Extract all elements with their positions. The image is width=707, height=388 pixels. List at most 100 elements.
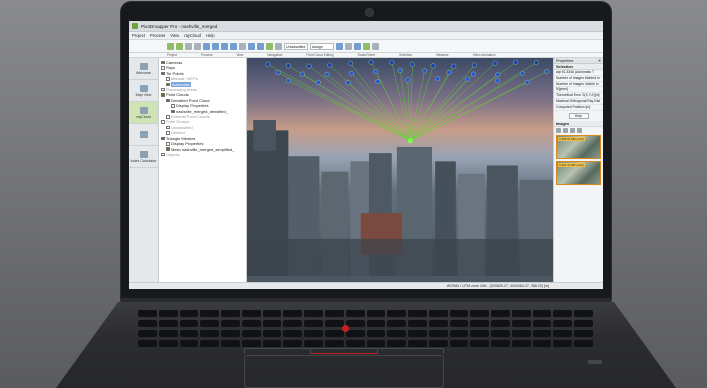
camera-icon[interactable] (299, 71, 305, 77)
camera-icon[interactable] (519, 70, 525, 76)
nav-raycloud[interactable]: rayCloud (129, 102, 158, 124)
fit-icon[interactable] (570, 127, 575, 133)
image-thumbnail[interactable]: 0.388 (0.434 px/m) (556, 134, 601, 159)
nav-index-calculator[interactable]: Index Calculator (129, 146, 158, 168)
camera-icon[interactable] (533, 60, 539, 66)
camera-icon[interactable] (347, 60, 353, 66)
edit-densified-icon[interactable] (275, 42, 282, 50)
camera-icon[interactable] (492, 60, 498, 66)
camera-icon[interactable] (494, 78, 500, 84)
zoom-out-icon[interactable] (563, 127, 568, 133)
trackball-icon[interactable] (257, 42, 264, 50)
checkbox[interactable] (161, 93, 165, 97)
video-icon[interactable] (372, 42, 379, 50)
keyboard-key (138, 320, 157, 327)
checkbox[interactable] (161, 120, 165, 124)
camera-icon[interactable] (315, 79, 321, 85)
menu-help[interactable]: Help (206, 33, 215, 38)
class-select[interactable]: Unclassified (284, 42, 308, 50)
camera-icon[interactable] (405, 77, 411, 83)
camera-icon[interactable] (471, 71, 476, 77)
camera-icon[interactable] (275, 69, 281, 75)
scale-icon[interactable] (336, 42, 343, 50)
camera-icon[interactable] (285, 78, 291, 84)
camera-icon[interactable] (495, 71, 501, 77)
save-icon[interactable] (185, 42, 192, 50)
nav-volumes[interactable] (129, 124, 158, 146)
nav-welcome[interactable]: Welcome (129, 58, 158, 80)
keyboard-key (574, 330, 593, 337)
nav-map-view[interactable]: Map View (129, 80, 158, 102)
menu-project[interactable]: Project (132, 33, 145, 38)
help-button[interactable]: Help (568, 112, 589, 119)
checkbox[interactable] (166, 147, 170, 151)
camera-icon[interactable] (345, 80, 351, 86)
open-project-icon[interactable] (176, 42, 183, 50)
camera-icon[interactable] (324, 72, 330, 77)
camera-icon[interactable] (368, 59, 374, 65)
camera-icon[interactable] (513, 59, 519, 65)
assign-button[interactable]: Assign (310, 42, 334, 50)
menu-view[interactable]: View (170, 33, 179, 38)
camera-icon[interactable] (327, 62, 333, 68)
checkbox[interactable] (161, 87, 165, 92)
checkbox[interactable] (171, 104, 175, 108)
checkbox[interactable] (166, 125, 170, 130)
camera-icon[interactable] (422, 68, 428, 74)
tie-point-icon[interactable] (407, 138, 413, 144)
ray-line (410, 73, 523, 141)
image-thumbnail[interactable]: 0.407 (0.437 px/m) (556, 160, 601, 185)
view-icon[interactable] (239, 42, 246, 50)
camera-icon[interactable] (348, 70, 354, 76)
zoom-in-icon[interactable] (212, 42, 219, 50)
zoom-out-icon[interactable] (221, 42, 228, 50)
checkbox[interactable] (171, 109, 175, 114)
camera-icon[interactable] (446, 70, 452, 75)
camera-icon[interactable] (265, 61, 271, 67)
checkbox[interactable] (161, 66, 165, 70)
menu-raycloud[interactable]: rayCloud (184, 33, 201, 38)
image-tools (554, 127, 603, 134)
camera-icon[interactable] (451, 63, 457, 69)
fly-icon[interactable] (266, 42, 273, 50)
checkbox[interactable] (166, 142, 170, 146)
checkbox[interactable] (161, 60, 165, 65)
camera-icon[interactable] (409, 61, 415, 67)
camera-icon[interactable] (389, 60, 395, 66)
close-icon[interactable] (194, 42, 201, 50)
camera-icon[interactable] (306, 63, 312, 69)
navigation-icon[interactable] (248, 42, 255, 50)
checkbox[interactable] (166, 77, 170, 81)
camera-icon[interactable] (435, 76, 441, 82)
checkbox[interactable] (166, 131, 170, 135)
orient-icon[interactable] (345, 42, 352, 50)
checkbox[interactable] (161, 71, 165, 76)
checkbox[interactable] (161, 152, 165, 157)
camera-icon[interactable] (373, 69, 379, 75)
camera-icon[interactable] (471, 62, 477, 68)
measure-icon[interactable] (363, 42, 370, 50)
checkbox[interactable] (166, 98, 170, 103)
camera-icon[interactable] (465, 76, 471, 82)
zoom-in-icon[interactable] (556, 127, 561, 133)
camera-icon[interactable] (397, 67, 403, 73)
zoom-extent-icon[interactable] (230, 42, 237, 50)
selection-icon[interactable] (354, 42, 361, 50)
camera-icon[interactable] (544, 69, 550, 75)
keyboard-key (324, 340, 344, 347)
filter-icon[interactable] (577, 127, 582, 133)
checkbox[interactable] (161, 136, 165, 141)
checkbox[interactable] (166, 82, 170, 87)
raycloud-viewport[interactable] (247, 58, 553, 282)
camera-icon[interactable] (430, 63, 436, 69)
camera-icon[interactable] (524, 79, 530, 85)
tree-item[interactable]: Objects (161, 152, 244, 157)
close-icon[interactable]: ✕ (598, 58, 601, 63)
process-icon[interactable] (203, 42, 210, 50)
new-project-icon[interactable] (167, 42, 174, 50)
camera-icon[interactable] (375, 79, 381, 85)
keyboard-key (574, 320, 593, 327)
menu-process[interactable]: Process (150, 33, 165, 38)
checkbox[interactable] (166, 115, 170, 119)
camera-icon[interactable] (285, 63, 291, 69)
